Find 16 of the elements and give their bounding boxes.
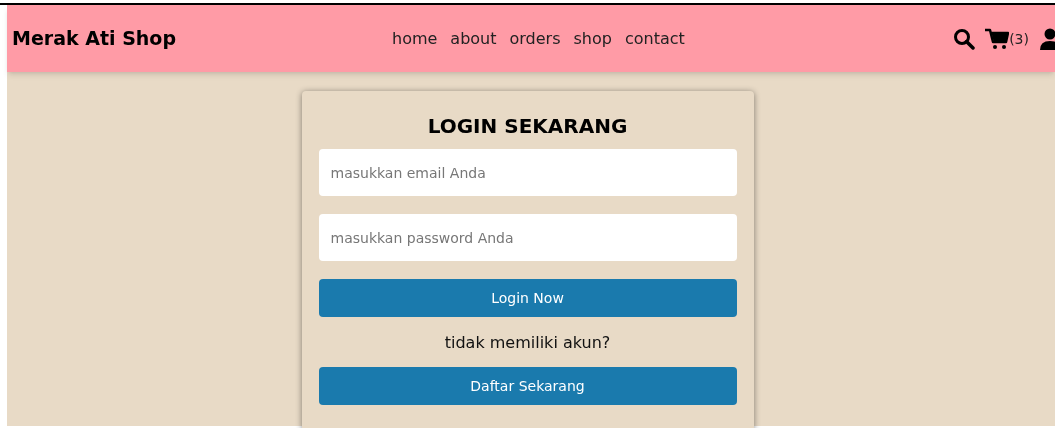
register-button[interactable]: Daftar Sekarang xyxy=(318,367,737,405)
nav-link[interactable]: orders xyxy=(509,26,561,51)
input-field[interactable]: masukkan password Anda xyxy=(318,214,737,261)
user-icon[interactable] xyxy=(1039,27,1055,50)
nav-link[interactable]: shop xyxy=(573,26,612,51)
brand-link[interactable]: Merak Ati Shop xyxy=(12,24,392,53)
cart-count: (3) xyxy=(1009,29,1029,49)
login-button[interactable]: Login Now xyxy=(318,279,737,317)
input-field[interactable]: masukkan email Anda xyxy=(318,149,737,196)
register-prompt: tidak memiliki akun? xyxy=(443,332,612,354)
cart-icon[interactable] xyxy=(985,27,1010,50)
form-title: LOGIN SEKARANG xyxy=(426,113,629,139)
nav-link[interactable]: contact xyxy=(624,26,685,51)
nav-link[interactable]: home xyxy=(392,26,438,51)
search-icon[interactable] xyxy=(953,27,976,50)
nav-link[interactable]: about xyxy=(450,26,497,51)
